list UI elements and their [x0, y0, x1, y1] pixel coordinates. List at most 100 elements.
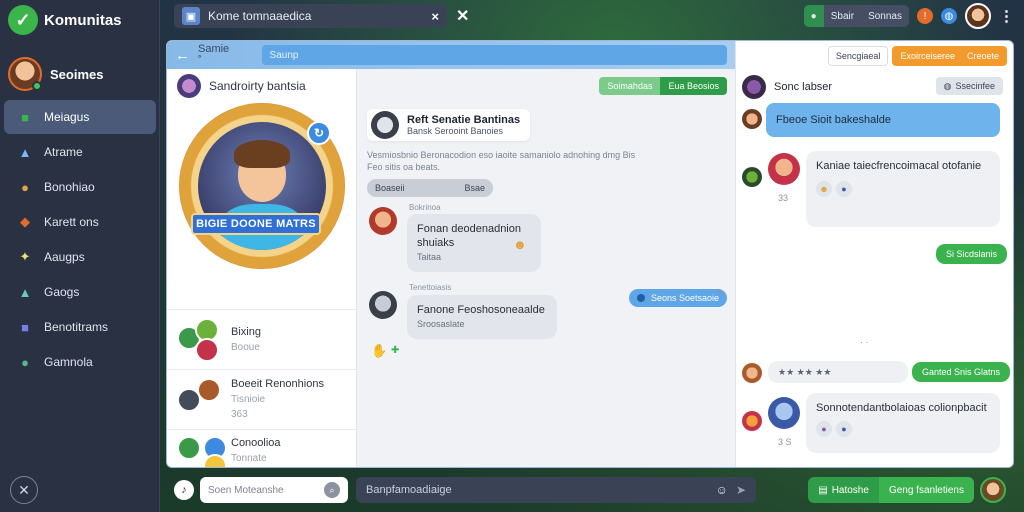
smile-emoji-icon: ☻ [513, 237, 527, 252]
friend-info: Boeeit Renonhions Tisnioie 363 [231, 377, 324, 422]
friend-row[interactable]: Bixing Booue [167, 309, 357, 369]
user-name: Seoimes [50, 66, 104, 82]
message-time: 3 S [778, 437, 792, 447]
sidebar-item-2[interactable]: ▲ Atrame [4, 135, 156, 169]
sidebar-item-8[interactable]: ● Gamnola [4, 345, 156, 379]
bottom-action-right-button[interactable]: Geng fsanletiens [878, 477, 974, 503]
profile-header-label: Sandroirty bantsia [209, 79, 306, 93]
friend-avatar [177, 436, 201, 460]
message-compose-input[interactable]: Banpfamoadiaige ☺ ➤ [356, 477, 756, 503]
sidebar-item-7[interactable]: ■ Benotitrams [4, 310, 156, 344]
chat-toggle-pill[interactable]: Boaseii Bsae [367, 179, 493, 197]
reaction-icon[interactable]: ● [836, 421, 852, 437]
reaction-icon[interactable]: ● [836, 181, 852, 197]
sidebar-item-label: Karett ons [44, 215, 99, 229]
profile-avatar-icon [177, 74, 201, 98]
chat-message: Sonnotendantbolaioas colionpbacit ● ● [806, 393, 1000, 453]
window-search-field[interactable]: Saunp [261, 45, 727, 65]
chat-avatar[interactable] [742, 363, 762, 383]
chat-avatar[interactable] [369, 207, 397, 235]
chat-avatar[interactable] [742, 411, 762, 431]
friend-info: Bixing Booue [231, 325, 261, 355]
typing-indicator: · · [860, 337, 869, 347]
chat-message-text: Sonnotendantbolaioas colionpbacit [816, 402, 987, 414]
bottom-user-avatar[interactable] [980, 477, 1006, 503]
message-header-title: Reft Senatie Bantinas [407, 114, 521, 126]
chat-action-button[interactable]: Eua Beosios [660, 77, 727, 95]
top-bar: ▣ Kome tomnaaedica × ✕ ● Sbair Sonnas ! … [160, 0, 1024, 32]
message-header-sub: Bansk Serooint Banoies [407, 126, 504, 136]
outgoing-message-text: Seons Soetsaoie [650, 293, 719, 303]
tab-app-icon: ▣ [182, 7, 200, 25]
message-meta: Tenettoiasis [409, 283, 452, 292]
sidebar-item-6[interactable]: ▲ Gaogs [4, 275, 156, 309]
sidebar-item-4[interactable]: ◆ Karett ons [4, 205, 156, 239]
user-card[interactable]: Seoimes [8, 54, 103, 94]
send-icon[interactable]: ➤ [736, 483, 746, 497]
chat-avatar[interactable] [369, 291, 397, 319]
trophy-icon: ■ [21, 319, 29, 335]
brand[interactable]: ✓ Komunitas [8, 4, 122, 36]
user-avatar [8, 57, 42, 91]
friend-info: Conoolioa Tonnate [231, 436, 281, 466]
right-header-label: Sonc labser [774, 81, 833, 93]
tab-close-icon[interactable]: × [431, 9, 439, 24]
bottom-bar: ♪ Soen Moteanshe ⌕ Banpfamoadiaige ☺ ➤ ▤… [166, 472, 1014, 508]
wave-emoji-icon[interactable]: ✋ [371, 343, 387, 359]
right-primary-button[interactable]: Exoirceiseree Creoete [892, 46, 1007, 66]
friend-avatar [195, 337, 219, 362]
status-indicator-icon: ● [803, 5, 824, 27]
lock-icon: ◍ [943, 80, 952, 91]
message-time: 33 [778, 193, 789, 203]
settings-icon[interactable]: ✕ [10, 476, 38, 504]
sidebar-item-5[interactable]: ✦ Aaugps [4, 240, 156, 274]
badge-icon: ◆ [20, 214, 30, 229]
friend-row[interactable]: Boeeit Renonhions Tisnioie 363 [167, 369, 357, 429]
main-window: ← Samie ˚ Saunp Sandroirty bantsia ↻ BIG… [166, 40, 1014, 468]
online-status-icon [32, 81, 42, 91]
sidebar-item-1[interactable]: ■ Meiagus [4, 100, 156, 134]
sidebar-item-3[interactable]: ● Bonohiao [4, 170, 156, 204]
outgoing-dot-icon [636, 294, 645, 302]
more-menu-icon[interactable]: ⋮ [999, 7, 1014, 25]
sidebar-item-label: Benotitrams [44, 320, 109, 334]
profile-header: Sandroirty bantsia [167, 69, 356, 103]
refresh-icon[interactable]: ↻ [307, 121, 331, 145]
right-primary-label: Exoirceiseree [900, 51, 955, 61]
close-icon[interactable]: ✕ [456, 6, 469, 26]
right-header-button[interactable]: ◍ Ssecinfee [935, 77, 1003, 95]
status-right-label: Sonnas [868, 10, 902, 22]
bottom-search-input[interactable]: Soen Moteanshe ⌕ [200, 477, 348, 503]
friend-sub: Booue [231, 341, 260, 353]
back-arrow-icon[interactable]: ← [175, 47, 190, 64]
reaction-icon[interactable]: ☻ [816, 181, 832, 197]
chat-top-buttons: Soimahdas Eua Beosios [599, 77, 727, 95]
toggle-left-label: Boaseii [375, 183, 405, 193]
outgoing-message: Si Sicdslanis [936, 244, 1008, 264]
bottom-action-left-button[interactable]: ▤ Hatoshe [808, 477, 879, 503]
globe-icon[interactable]: ◍ [941, 8, 957, 24]
right-header-avatar [742, 75, 766, 99]
reaction-icon[interactable]: ● [816, 421, 832, 437]
chat-avatar-large[interactable] [768, 153, 800, 185]
right-header: Sonc labser [742, 75, 832, 99]
microphone-icon[interactable]: ♪ [174, 480, 194, 500]
notification-icon[interactable]: ! [917, 8, 933, 24]
right-secondary-button[interactable]: Sencgiaeal [827, 46, 889, 66]
chat-avatar[interactable] [742, 167, 762, 187]
friend-row[interactable]: Conoolioa Tonnate [167, 429, 357, 467]
active-tab[interactable]: ▣ Kome tomnaaedica × [174, 4, 447, 28]
top-user-avatar[interactable] [965, 3, 991, 29]
right-top-buttons: Sencgiaeal Exoirceiseree Creoete [827, 46, 1007, 66]
reaction-row: ● ● [816, 421, 990, 437]
message-header-card[interactable]: Reft Senatie Bantinas Bansk Serooint Ban… [367, 109, 531, 141]
chat-filter-button[interactable]: Soimahdas [599, 77, 661, 95]
status-pill[interactable]: ● Sbair Sonnas [803, 5, 909, 27]
emoji-icon[interactable]: ☺ [716, 483, 728, 497]
sidebar-item-label: Atrame [44, 145, 83, 159]
right-chat-panel: Sencgiaeal Exoirceiseree Creoete Sonc la… [735, 41, 1013, 467]
search-icon[interactable]: ⌕ [324, 482, 340, 498]
chat-avatar[interactable] [742, 109, 762, 129]
chat-avatar-large[interactable] [768, 397, 800, 429]
chat-panel: Soimahdas Eua Beosios Reft Senatie Banti… [357, 69, 735, 467]
